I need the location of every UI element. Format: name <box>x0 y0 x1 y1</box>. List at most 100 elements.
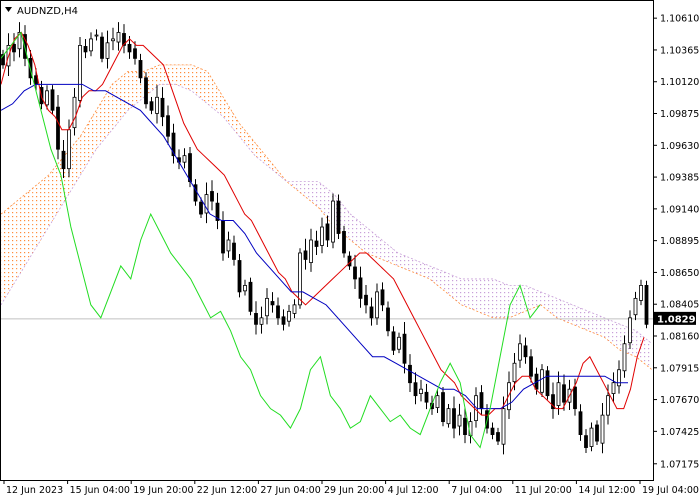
candle-body-bear <box>413 382 418 397</box>
candle-body-bear <box>138 60 143 79</box>
y-tick-label: 1.09630 <box>660 141 699 152</box>
candle-body-bull <box>611 382 616 394</box>
candle-body-bear <box>232 242 236 260</box>
candle-body-bull <box>446 408 451 425</box>
candle-body-bear <box>578 411 583 435</box>
price-chart[interactable]: 1.10610 1.10365 1.10120 1.09875 1.09630 1.093… <box>0 0 700 500</box>
candle-body-bear <box>12 43 16 53</box>
y-tick-label: 1.10365 <box>660 45 699 56</box>
x-tick-label: 12 Jun 2023 <box>6 485 63 496</box>
kumo-bear-segment <box>477 278 494 318</box>
candle-body-bear <box>408 364 412 384</box>
y-tick-label: 1.07915 <box>660 363 699 374</box>
candle-body-bull <box>72 96 77 129</box>
candle-body-bull <box>606 395 610 416</box>
candle-body-bull <box>287 310 291 322</box>
candle-body-bear <box>441 392 445 423</box>
candle-body-bear <box>144 77 148 105</box>
candle-body-bear <box>479 392 484 410</box>
candle-body-bear <box>380 289 385 306</box>
x-tick-label: 19 Jun 20:00 <box>133 485 193 496</box>
candle-body-bear <box>221 220 225 254</box>
candle-body-bull <box>633 297 638 316</box>
candle-body-bull <box>105 42 110 59</box>
candle-body-bull <box>639 285 643 301</box>
price-axis[interactable]: 1.10610 1.10365 1.10120 1.09875 1.09630 1.093… <box>653 14 699 471</box>
candle-body-bear <box>254 313 258 325</box>
candle-body-bull <box>518 343 522 361</box>
candle-body-bull <box>622 343 627 372</box>
current-price-label: 1.08292 <box>657 314 700 325</box>
candle-body-bear <box>61 150 66 170</box>
candle-body-bull <box>501 408 506 445</box>
y-tick-label: 1.09875 <box>660 109 699 120</box>
candle-body-bear <box>50 89 55 111</box>
candle-body-bear <box>210 191 214 202</box>
candle-body-bull <box>226 239 231 252</box>
candle-body-bear <box>523 345 528 358</box>
candle-body-bull <box>556 382 561 406</box>
candle-body-bull <box>589 427 594 447</box>
y-tick-label: 1.07425 <box>660 427 699 438</box>
candle-body-bull <box>397 336 401 350</box>
candle-body-bear <box>369 306 374 319</box>
candle-body-bull <box>292 304 297 314</box>
chart-window[interactable]: 1.10610 1.10365 1.10120 1.09875 1.09630 1.093… <box>0 0 700 500</box>
candle-body-bear <box>188 153 192 183</box>
candle-body-bull <box>320 226 324 246</box>
candle-body-bull <box>512 362 517 383</box>
candle-body-bear <box>573 386 577 410</box>
candle-body-bull <box>540 369 544 393</box>
candle-body-bear <box>160 97 165 118</box>
candle-body-bull <box>89 38 93 52</box>
candle-body-bear <box>386 307 390 332</box>
candle-body-bear <box>276 305 280 319</box>
y-tick-label: 1.08405 <box>660 300 699 311</box>
x-tick-label: 14 Jul 12:00 <box>578 485 635 496</box>
y-tick-label: 1.07670 <box>660 395 699 406</box>
candle-body-bear <box>100 36 104 59</box>
candle-body-bear <box>248 281 253 312</box>
candle-body-bull <box>265 297 269 317</box>
candle-body-bear <box>342 231 346 254</box>
symbol-timeframe-label: AUDNZD,H4 <box>17 6 78 17</box>
candle-body-bear <box>402 333 407 364</box>
candle-body-bear <box>270 301 275 306</box>
x-tick-label: 22 Jun 12:00 <box>197 485 257 496</box>
kumo-bull-segment <box>159 64 176 85</box>
candle-body-bull <box>116 32 121 43</box>
candle-body-bear <box>149 101 154 111</box>
candle-body-bear <box>133 48 137 59</box>
candle-body-bear <box>83 46 88 53</box>
candle-body-bull <box>298 252 302 306</box>
candle-body-bear <box>364 294 368 306</box>
candle-body-bear <box>314 240 319 247</box>
y-tick-label: 1.08160 <box>660 332 699 343</box>
y-tick-label: 1.09140 <box>660 204 699 215</box>
candle-body-bull <box>309 239 313 263</box>
x-tick-label: 19 Jul 04:00 <box>642 485 699 496</box>
y-tick-label: 1.08895 <box>660 236 699 247</box>
chart-background <box>0 0 700 500</box>
candle-body-bear <box>56 106 60 150</box>
candle-body-bear <box>424 391 429 403</box>
candle-body-bear <box>303 250 308 260</box>
candle-body-bull <box>331 200 335 243</box>
candle-body-bull <box>457 414 462 427</box>
candle-body-bear <box>529 356 533 377</box>
candle-body-bear <box>391 331 396 351</box>
candle-body-bull <box>182 155 187 163</box>
current-price-tag: 1.08292 <box>654 311 700 325</box>
candle-body-bear <box>452 408 456 429</box>
candle-body-bull <box>375 291 379 319</box>
x-tick-label: 11 Jul 20:00 <box>515 485 572 496</box>
y-tick-label: 1.10610 <box>660 14 699 25</box>
candle-body-bear <box>237 260 242 293</box>
candle-body-bull <box>78 45 82 101</box>
candle-body-bear <box>496 432 500 442</box>
candle-body-bear <box>166 115 170 137</box>
x-tick-label: 27 Jun 04:00 <box>260 485 320 496</box>
y-tick-label: 1.10120 <box>660 77 699 88</box>
candle-body-bull <box>617 369 621 387</box>
candle-body-bull <box>111 38 115 42</box>
